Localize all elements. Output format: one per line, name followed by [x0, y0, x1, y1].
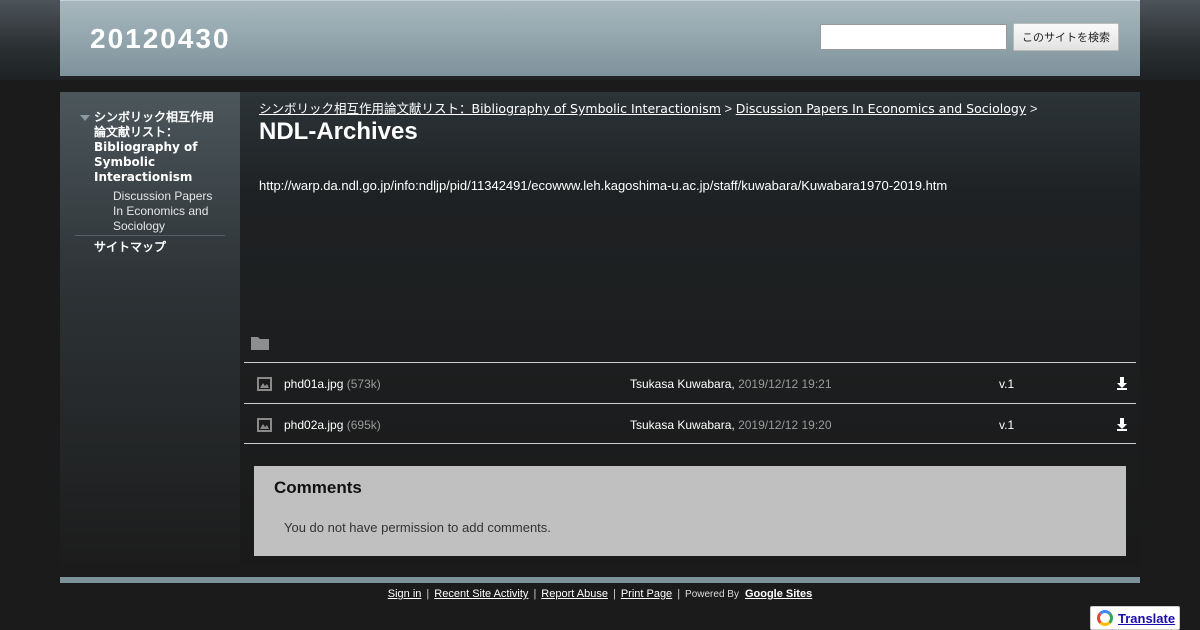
- file-version[interactable]: v.1: [999, 377, 1014, 391]
- file-author-name: Tsukasa Kuwabara,: [630, 418, 735, 432]
- sidebar-item-discussion-papers[interactable]: Discussion Papers In Economics and Socio…: [113, 189, 223, 234]
- download-icon[interactable]: [1116, 418, 1128, 431]
- footer-separator: |: [612, 588, 616, 600]
- sidebar-item-bibliography[interactable]: シンボリック相互作用論文献リスト：Bibliography of Symboli…: [94, 110, 225, 185]
- sidebar-divider: [75, 235, 225, 236]
- translate-button[interactable]: Translate: [1090, 606, 1180, 630]
- footer-separator: |: [426, 588, 430, 600]
- footer-separator: |: [533, 588, 537, 600]
- file-author-name: Tsukasa Kuwabara,: [630, 377, 735, 391]
- file-list: phd01a.jpg (573k) Tsukasa Kuwabara, 2019…: [244, 362, 1136, 444]
- file-size: (573k): [346, 377, 381, 391]
- google-logo-icon: [1097, 610, 1113, 626]
- search-button[interactable]: このサイトを検索: [1013, 23, 1119, 51]
- sidebar-nav: シンボリック相互作用論文献リスト：Bibliography of Symboli…: [80, 110, 225, 234]
- download-icon[interactable]: [1116, 377, 1128, 390]
- breadcrumb-separator: >: [724, 101, 733, 116]
- triangle-down-icon[interactable]: [80, 115, 90, 121]
- file-size: (695k): [346, 418, 381, 432]
- folder-icon[interactable]: [251, 336, 269, 350]
- main-content: シンボリック相互作用論文献リスト：Bibliography of Symboli…: [240, 92, 1140, 566]
- comments-permission-message: You do not have permission to add commen…: [284, 520, 551, 535]
- file-row: phd01a.jpg (573k) Tsukasa Kuwabara, 2019…: [244, 362, 1136, 403]
- search-input[interactable]: [820, 24, 1007, 50]
- sidebar-item-sitemap[interactable]: サイトマップ: [94, 238, 166, 255]
- breadcrumb: シンボリック相互作用論文献リスト：Bibliography of Symboli…: [259, 98, 1037, 117]
- content-wrap: シンボリック相互作用論文献リスト：Bibliography of Symboli…: [60, 92, 1140, 566]
- sidebar: シンボリック相互作用論文献リスト：Bibliography of Symboli…: [60, 92, 240, 566]
- file-version[interactable]: v.1: [999, 418, 1014, 432]
- image-file-icon: [257, 418, 272, 432]
- report-abuse-link[interactable]: Report Abuse: [541, 588, 608, 600]
- file-name-text[interactable]: phd02a.jpg: [284, 418, 343, 432]
- sign-in-link[interactable]: Sign in: [388, 588, 422, 600]
- footer: Sign in | Recent Site Activity | Report Abus…: [0, 588, 1200, 600]
- file-name-text[interactable]: phd01a.jpg: [284, 377, 343, 391]
- file-date: 2019/12/12 19:21: [738, 377, 832, 391]
- comments-title: Comments: [274, 478, 362, 497]
- google-sites-link[interactable]: Google Sites: [745, 588, 812, 600]
- site-title[interactable]: 20120430: [90, 23, 231, 55]
- print-page-link[interactable]: Print Page: [621, 588, 672, 600]
- footer-separator: |: [677, 588, 681, 600]
- file-date: 2019/12/12 19:20: [738, 418, 832, 432]
- file-author: Tsukasa Kuwabara, 2019/12/12 19:21: [630, 377, 832, 391]
- page-url-text: http://warp.da.ndl.go.jp/info:ndljp/pid/…: [259, 178, 948, 193]
- image-file-icon: [257, 377, 272, 391]
- footer-bar: [60, 577, 1140, 583]
- recent-activity-link[interactable]: Recent Site Activity: [434, 588, 528, 600]
- breadcrumb-link-discussion-papers[interactable]: Discussion Papers In Economics and Socio…: [736, 101, 1026, 116]
- file-name[interactable]: phd01a.jpg (573k): [284, 377, 381, 391]
- breadcrumb-link-bibliography[interactable]: シンボリック相互作用論文献リスト：Bibliography of Symboli…: [259, 101, 721, 116]
- file-name[interactable]: phd02a.jpg (695k): [284, 418, 381, 432]
- breadcrumb-separator: >: [1029, 101, 1038, 116]
- file-row: phd02a.jpg (695k) Tsukasa Kuwabara, 2019…: [244, 403, 1136, 444]
- site-header: 20120430 このサイトを検索: [60, 0, 1140, 76]
- translate-label[interactable]: Translate: [1118, 611, 1175, 626]
- file-author: Tsukasa Kuwabara, 2019/12/12 19:20: [630, 418, 832, 432]
- powered-by-text: Powered By: [685, 589, 739, 600]
- comments-section: Comments You do not have permission to a…: [254, 466, 1126, 556]
- page-title: NDL-Archives: [259, 118, 418, 145]
